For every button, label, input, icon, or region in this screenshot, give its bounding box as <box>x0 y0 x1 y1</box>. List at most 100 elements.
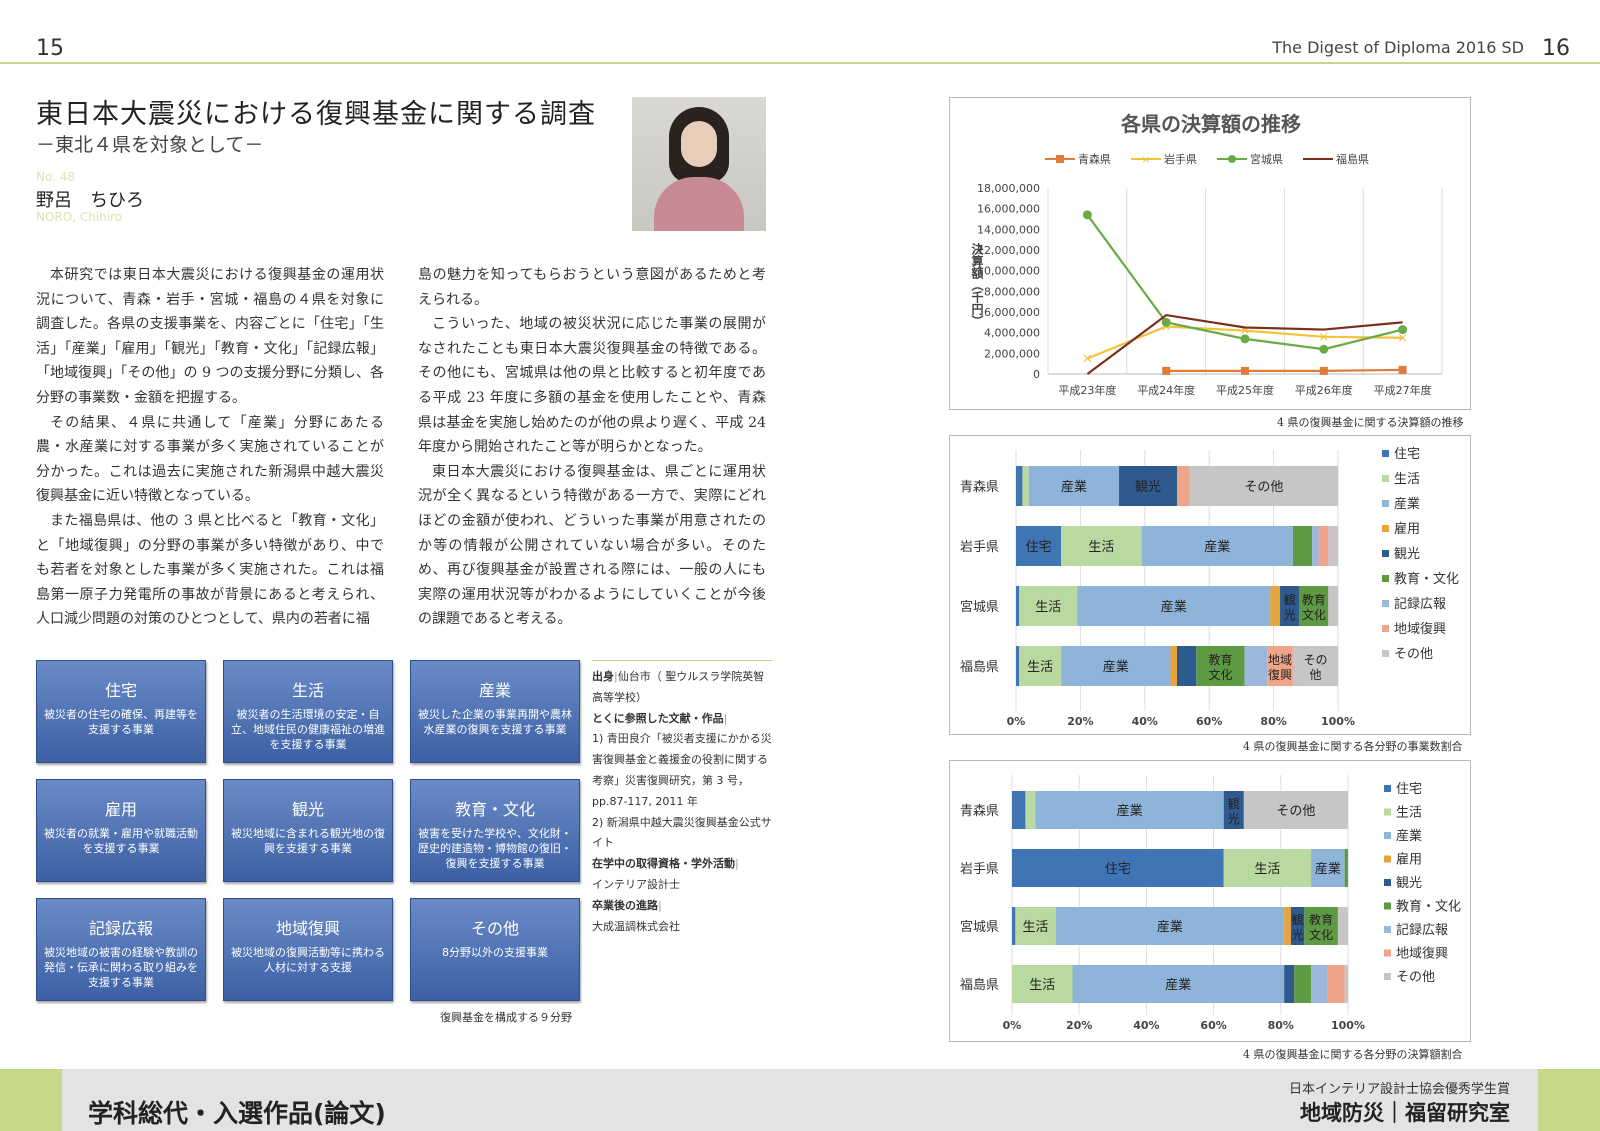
paragraph: その結果、４県に共通して「産業」分野にあたる農・水産業に対する事業が多く実施され… <box>36 414 384 505</box>
field-name: 教育・文化 <box>454 800 535 819</box>
x-tick-label: 40% <box>1132 715 1158 728</box>
data-point <box>1398 325 1408 335</box>
bar-label: 住宅 <box>1105 862 1131 877</box>
legend-swatch <box>1382 475 1389 482</box>
x-tick-label: 0% <box>1003 1019 1022 1032</box>
bar-label: 産業 <box>1204 539 1230 555</box>
bar-segment <box>1177 466 1190 506</box>
x-tick-label: 100% <box>1321 715 1355 728</box>
legend-swatch <box>1382 575 1389 582</box>
origin-label: 出身 <box>592 670 614 683</box>
data-point <box>1162 366 1171 375</box>
bar-label: 復興 <box>1268 667 1292 682</box>
legend-swatch <box>1382 500 1389 507</box>
bar-label: 文化 <box>1208 667 1232 682</box>
x-tick-label: 40% <box>1133 1019 1159 1032</box>
data-point <box>1240 334 1250 344</box>
legend-label: 教育・文化 <box>1396 899 1461 915</box>
y-tick-label: 14,000,000 <box>977 223 1040 236</box>
bar-label: 産業 <box>1165 977 1191 993</box>
bar-label: 生活 <box>1254 862 1280 877</box>
x-tick-label: 100% <box>1331 1019 1365 1032</box>
y-tick-label: 6,000,000 <box>984 306 1040 319</box>
field-name: 記録広報 <box>88 919 153 938</box>
legend-label: 雇用 <box>1394 521 1420 537</box>
publication-title: The Digest of Diploma 2016 SD <box>1272 38 1524 57</box>
field-name: 観光 <box>291 800 324 819</box>
field-box: 記録広報 被災地域の被害の経験や教訓の発信・伝承に関わる取り組みを支援する事業 <box>36 898 206 1001</box>
x-tick-label: 0% <box>1007 715 1026 728</box>
bar-label: 文化 <box>1309 927 1333 942</box>
legend-label: 生活 <box>1394 472 1420 487</box>
field-description: 被災者の生活環境の安定・自立、地域住民の健康福祉の増進を支援する事業 <box>231 708 385 751</box>
reference-1: 1) 青田良介「被災者支援にかかる災害復興基金と義援金の役割に関する考察」災害復… <box>592 732 772 808</box>
line-chart-caption: 4 県の復興基金に関する決算額の推移 <box>1277 416 1464 429</box>
bar-segment <box>1177 646 1197 686</box>
y-tick-label: 8,000,000 <box>984 285 1040 298</box>
legend-label: 福島県 <box>1336 152 1369 166</box>
field-box: 住宅 被災者の住宅の確保、再建等を支援する事業 <box>36 660 206 763</box>
legend-label: その他 <box>1394 647 1433 662</box>
chart-title: 各県の決算額の推移 <box>1120 112 1301 136</box>
legend-label: 地域復興 <box>1396 946 1448 962</box>
x-tick-label: 20% <box>1066 1019 1092 1032</box>
legend-swatch <box>1384 973 1391 980</box>
field-box: 生活 被災者の生活環境の安定・自立、地域住民の健康福祉の増進を支援する事業 <box>223 660 393 763</box>
legend-label: 青森県 <box>1078 152 1111 166</box>
field-name: 雇用 <box>104 800 137 819</box>
legend-swatch <box>1382 600 1389 607</box>
data-point <box>1319 344 1329 354</box>
separator: | <box>735 857 739 871</box>
field-description: 8分野以外の支援事業 <box>442 946 548 959</box>
paragraph: 本研究では東日本大震災における復興基金の運用状況について、青森・岩手・宮城・福島… <box>36 267 384 406</box>
legend-swatch <box>1382 550 1389 557</box>
legend-swatch <box>1384 902 1391 910</box>
bar-segment <box>1012 791 1026 829</box>
data-point <box>1241 366 1249 375</box>
bar-segment <box>1284 907 1291 945</box>
bar-segment <box>1328 526 1338 566</box>
legend-label: 記録広報 <box>1394 596 1446 612</box>
bar-label: 光 <box>1228 812 1240 826</box>
body-column-2: 島の魅力を知ってもらおうという意図があるためと考えられる。 こういった、地域の被… <box>418 263 766 632</box>
footer-category: 学科総代・入選作品(論文) <box>88 1099 386 1128</box>
bar-segment <box>1311 965 1328 1003</box>
series-line <box>1166 368 1403 372</box>
bar-chart-svg: 0% 20% 40% 60% 80% 100%青森県 産業 観光 その他岩手県 住宅 生活 産業宮城県… <box>960 447 1459 728</box>
legend-label: 宮城県 <box>1250 152 1283 166</box>
x-tick-label: 20% <box>1067 715 1093 728</box>
field-description: 被災地域に含まれる観光地の復興を支援する事業 <box>231 827 385 855</box>
bar-label: 産業 <box>1157 919 1183 935</box>
y-tick-label: 0 <box>1033 368 1040 381</box>
bar-label: 観 <box>1228 797 1240 811</box>
bar-label: その他 <box>1276 804 1315 819</box>
category-label: 福島県 <box>960 660 999 675</box>
bar-chart-1-caption: 4 県の復興基金に関する各分野の事業数割合 <box>1243 740 1463 753</box>
bar-chart-svg: 0% 20% 40% 60% 80% 100%青森県 産業 観光 その他岩手県 住宅 生活 産業宮城県… <box>960 775 1461 1032</box>
x-tick-label: 80% <box>1268 1019 1294 1032</box>
data-point: × <box>1082 352 1093 367</box>
category-label: 宮城県 <box>960 919 999 935</box>
legend-label: 記録広報 <box>1396 922 1448 938</box>
legend-marker <box>1228 155 1236 163</box>
bar-chart-project-count: 0% 20% 40% 60% 80% 100% 青森県 産業 観光 その他 岩手県 住宅 生活 産業 宮城県… <box>949 435 1471 735</box>
career-value: 大成温調株式会社 <box>592 919 680 933</box>
field-description: 被災地域の被害の経験や教訓の発信・伝承に関わる取り組みを支援する事業 <box>44 946 198 989</box>
fund-fields-grid: 住宅 被災者の住宅の確保、再建等を支援する事業 生活 被災者の生活環境の安定・自… <box>36 660 581 1005</box>
legend-swatch <box>1382 625 1389 632</box>
field-box: 教育・文化 被害を受けた学校や、文化財・歴史的建造物・博物館の復旧・復興を支援す… <box>410 779 580 882</box>
field-name: 地域復興 <box>275 919 340 938</box>
bar-segment <box>1337 907 1348 945</box>
bar-segment <box>1016 586 1020 626</box>
bar-label: 産業 <box>1315 861 1341 877</box>
legend-label: 産業 <box>1396 828 1422 844</box>
bar-label: 文化 <box>1302 607 1326 622</box>
field-name: 生活 <box>291 681 324 700</box>
legend-label: 観光 <box>1394 547 1420 562</box>
paragraph: こういった、地域の被災状況に応じた事業の展開がなされたことも東日本大震災復興基金… <box>418 316 766 456</box>
footer-lab: 地域防災｜福留研究室 <box>1300 1101 1510 1125</box>
field-box: その他 8分野以外の支援事業 <box>410 898 580 1001</box>
legend-swatch <box>1382 450 1389 457</box>
legend-label: その他 <box>1396 970 1435 985</box>
legend-swatch <box>1384 785 1391 792</box>
